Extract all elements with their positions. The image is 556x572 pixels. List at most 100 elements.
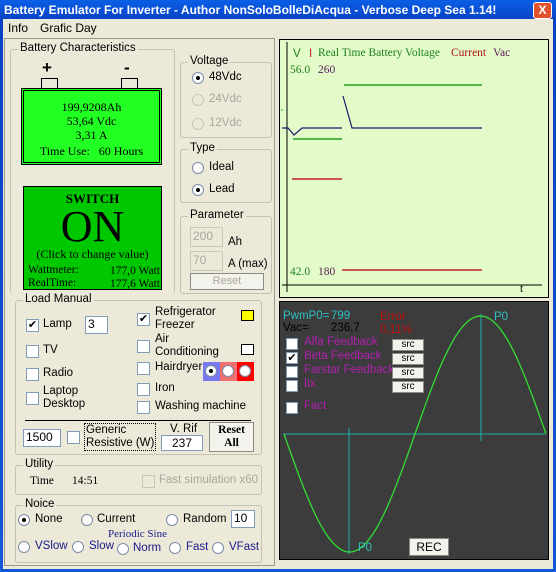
noise-none-label: None	[35, 513, 63, 525]
minus-terminal-label: -	[124, 58, 130, 77]
label-ideal: Ideal	[209, 161, 234, 173]
air-conditioning-label: Air Conditioning	[155, 333, 219, 358]
speed-norm-radio[interactable]	[117, 543, 129, 555]
vac-legend: Vac	[493, 47, 511, 59]
menu-info[interactable]: Info	[8, 21, 28, 35]
max-current-input[interactable]: 70	[190, 251, 223, 271]
capacity-input[interactable]: 200	[190, 227, 223, 247]
generic-watts-input[interactable]: 1500	[23, 429, 61, 447]
load-manual-label: Load Manual	[23, 293, 94, 305]
washing-machine-label: Washing machine	[155, 400, 246, 412]
vrif-input[interactable]: 237	[161, 435, 203, 451]
beta-feedback-label: Beta Feedback	[304, 350, 382, 362]
voltage-chart-title: Real Time Battery Voltage	[318, 47, 440, 59]
refrigerator-label: Refrigerator Freezer	[155, 306, 216, 331]
label-48vdc: 48Vdc	[209, 71, 242, 83]
switch-button[interactable]: SWITCH ON (Click to change value) Wattme…	[23, 186, 162, 290]
vac-value: 236,7	[331, 322, 360, 334]
refrigerator-checkbox[interactable]: ✔	[137, 313, 150, 326]
t-axis-label: t	[520, 283, 524, 295]
iix-checkbox[interactable]	[286, 380, 298, 392]
iron-label: Iron	[155, 382, 175, 394]
generic-resistive-checkbox[interactable]	[67, 431, 80, 444]
label-12vdc: 12Vdc	[209, 117, 242, 129]
washing-machine-checkbox[interactable]	[137, 401, 150, 414]
radio-48vdc[interactable]	[192, 72, 204, 84]
hairdryer-level-mid[interactable]	[220, 362, 237, 381]
radio-ideal[interactable]	[192, 162, 204, 174]
noise-random-label: Random	[183, 513, 227, 525]
fact-checkbox[interactable]	[286, 402, 298, 414]
wattmeter-value: 177,0 Watt	[110, 265, 160, 277]
hairdryer-level-low[interactable]	[203, 362, 220, 381]
time-use-label: Time Use:	[39, 144, 90, 158]
v-max-label: 56.0	[290, 64, 311, 76]
speed-slow-label: Slow	[89, 540, 114, 552]
farstar-feedback-checkbox[interactable]	[286, 366, 298, 378]
reset-all-button[interactable]: Reset All	[209, 422, 254, 452]
farstar-src-button[interactable]: src	[392, 367, 424, 379]
speed-slow-radio[interactable]	[72, 541, 84, 553]
radio-24vdc[interactable]	[192, 94, 204, 106]
lamp-checkbox[interactable]: ✔	[26, 319, 39, 332]
refrigerator-indicator	[241, 310, 254, 321]
pwm-sine-panel: PwmP0= 799 Vac= 236,7 Error 0,11% P0 P0 …	[279, 301, 549, 560]
voltage-chart: V I Real Time Battery Voltage Current Va…	[279, 39, 549, 298]
noise-random-radio[interactable]	[166, 514, 178, 526]
realtime-label: RealTime:	[28, 277, 77, 289]
battery-ah: 199,9208Ah	[61, 100, 122, 114]
iix-src-button[interactable]: src	[392, 381, 424, 393]
max-current-unit: A (max)	[228, 258, 268, 270]
parameter-reset-button[interactable]: Reset	[190, 273, 264, 290]
laptop-checkbox[interactable]	[26, 392, 39, 405]
noise-none-radio[interactable]	[18, 514, 30, 526]
pwm-value: 799	[331, 310, 351, 322]
error-value: 0,11%	[380, 324, 412, 336]
beta-src-button[interactable]: src	[392, 353, 424, 365]
periodic-sine-label: Periodic Sine	[108, 528, 167, 540]
tv-checkbox[interactable]	[26, 345, 39, 358]
v-axis-label: V	[293, 48, 301, 60]
radio-12vdc[interactable]	[192, 118, 204, 130]
vac-line-a	[282, 127, 342, 136]
vac-min-label: 180	[318, 266, 336, 278]
time-value: 14:51	[72, 475, 99, 487]
fast-simulation-label: Fast simulation x60	[159, 474, 259, 486]
air-conditioning-checkbox[interactable]	[137, 340, 150, 353]
alfa-src-button[interactable]: src	[392, 339, 424, 351]
v-min-label: 42.0	[290, 266, 311, 278]
iix-label: Iix	[304, 378, 316, 390]
hairdryer-label: Hairdryer	[155, 361, 203, 373]
generic-resistive-label: Generic Resistive (W)	[84, 423, 157, 451]
voltage-group-label: Voltage	[188, 55, 231, 67]
menu-grafic-day[interactable]: Grafic Day	[40, 21, 97, 35]
radio-checkbox[interactable]	[26, 368, 39, 381]
rec-button[interactable]: REC	[409, 538, 449, 556]
beta-feedback-checkbox[interactable]: ✔	[286, 352, 298, 364]
random-value-input[interactable]: 10	[231, 510, 255, 528]
iron-checkbox[interactable]	[137, 383, 150, 396]
hairdryer-level-high[interactable]	[237, 362, 254, 381]
type-group-label: Type	[188, 142, 217, 154]
speed-fast-label: Fast	[186, 541, 209, 553]
tv-label: TV	[43, 344, 58, 356]
alfa-feedback-checkbox[interactable]	[286, 338, 298, 350]
speed-fast-radio[interactable]	[169, 542, 181, 554]
p0-bottom-label: P0	[358, 542, 373, 554]
battery-amps: 3,31 A	[75, 128, 108, 142]
speed-vfast-radio[interactable]	[212, 542, 224, 554]
vrif-label: V. Rif	[170, 423, 198, 435]
radio-lead[interactable]	[192, 184, 204, 196]
pwm-label: PwmP0=	[283, 310, 330, 322]
vac-label: Vac=	[283, 322, 309, 334]
speed-vslow-radio[interactable]	[18, 541, 30, 553]
noise-current-radio[interactable]	[81, 514, 93, 526]
farstar-feedback-label: Farstar Feedback	[304, 364, 395, 376]
fast-simulation-checkbox[interactable]	[142, 475, 155, 488]
lamp-label: Lamp	[43, 318, 72, 330]
hairdryer-checkbox[interactable]	[137, 362, 150, 375]
time-use-value: 60 Hours	[98, 144, 144, 158]
lamp-count-input[interactable]: 3	[85, 316, 108, 334]
p0-top-label: P0	[494, 311, 509, 323]
close-button[interactable]: X	[533, 2, 552, 19]
